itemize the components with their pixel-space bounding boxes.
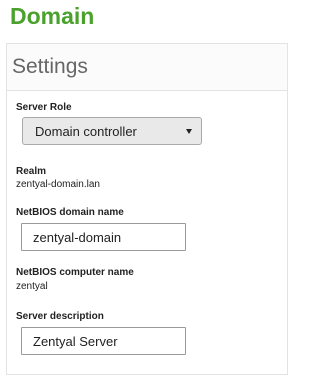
server-description-input[interactable] bbox=[21, 327, 186, 355]
realm-label: Realm bbox=[16, 166, 47, 177]
server-role-select[interactable]: Domain controller bbox=[22, 117, 202, 145]
netbios-computer-name-value: zentyal bbox=[16, 281, 48, 292]
settings-panel-title: Settings bbox=[12, 55, 88, 78]
netbios-computer-name-label: NetBIOS computer name bbox=[16, 267, 134, 278]
netbios-domain-name-label: NetBIOS domain name bbox=[16, 207, 124, 218]
server-role-selected-value: Domain controller bbox=[35, 124, 137, 139]
server-role-label: Server Role bbox=[16, 102, 72, 113]
page-title: Domain bbox=[10, 3, 95, 29]
settings-panel-header: Settings bbox=[7, 44, 287, 91]
netbios-domain-name-input[interactable] bbox=[21, 223, 186, 251]
chevron-down-icon bbox=[186, 129, 192, 134]
realm-value: zentyal-domain.lan bbox=[16, 179, 100, 190]
server-description-label: Server description bbox=[16, 311, 104, 322]
